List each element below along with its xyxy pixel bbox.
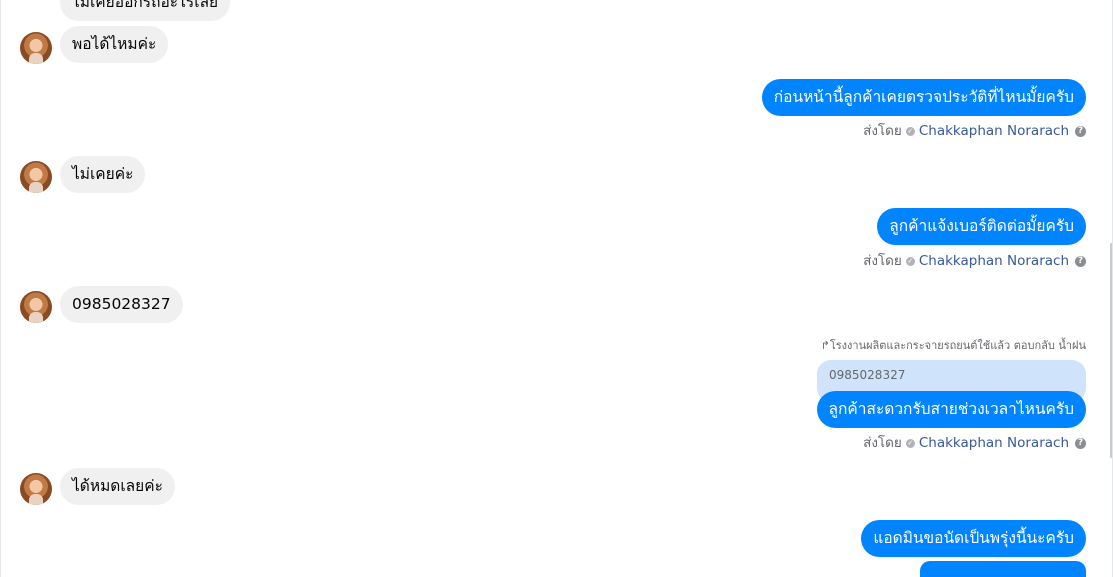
reply-arrow-icon: ↱ (820, 339, 830, 352)
sender-name-link[interactable]: Chakkaphan Norarach (919, 435, 1069, 451)
reply-note: ↱โรงงานผลิตและกระจายรถยนต์ใช้แล้ว ตอบกลั… (821, 339, 1086, 353)
sender-name-link[interactable]: Chakkaphan Norarach (919, 123, 1069, 139)
message-text: ไม่เคยค่ะ (72, 165, 134, 183)
sent-by-line: ส่งโดย ✓ Chakkaphan Norarach ? (863, 123, 1086, 139)
outgoing-message-partial[interactable] (920, 561, 1086, 577)
chat-thread: ไม่เคยออกรถอะไรเลย พอได้ไหมค่ะ ก่อนหน้าน… (0, 0, 1113, 577)
message-text: แอดมินขอนัดเป็นพรุ่งนี้นะครับ (873, 529, 1074, 547)
outgoing-message[interactable]: แอดมินขอนัดเป็นพรุ่งนี้นะครับ (861, 520, 1086, 557)
scrollbar-thumb[interactable] (1110, 243, 1112, 458)
sent-by-label: ส่งโดย (863, 435, 902, 451)
sent-by-label: ส่งโดย (863, 253, 902, 269)
sent-by-label: ส่งโดย (863, 123, 902, 139)
incoming-message[interactable]: ไม่เคยออกรถอะไรเลย (60, 0, 231, 21)
avatar[interactable] (20, 161, 52, 193)
reply-note-text: โรงงานผลิตและกระจายรถยนต์ใช้แล้ว ตอบกลับ… (829, 339, 1086, 352)
message-text: ไม่เคยออกรถอะไรเลย (72, 0, 219, 11)
check-icon: ✓ (905, 438, 915, 448)
check-icon: ✓ (905, 126, 915, 136)
avatar[interactable] (20, 32, 52, 64)
help-icon[interactable]: ? (1075, 255, 1086, 267)
message-text: ได้หมดเลยค่ะ (72, 477, 163, 495)
outgoing-message[interactable]: ลูกค้าแจ้งเบอร์ติดต่อมั้ยครับ (877, 208, 1086, 245)
message-text: 0985028327 (72, 295, 171, 313)
avatar[interactable] (20, 291, 52, 323)
avatar[interactable] (20, 473, 52, 505)
help-icon[interactable]: ? (1075, 437, 1086, 449)
check-icon: ✓ (905, 256, 915, 266)
message-text: ลูกค้าแจ้งเบอร์ติดต่อมั้ยครับ (889, 217, 1074, 235)
incoming-message[interactable]: 0985028327 (60, 286, 183, 323)
quoted-text: 0985028327 (829, 368, 906, 382)
message-text: ก่อนหน้านี้ลูกค้าเคยตรวจประวัติที่ไหนมั้… (773, 88, 1074, 106)
help-icon[interactable]: ? (1075, 125, 1086, 137)
message-text: ลูกค้าสะดวกรับสายช่วงเวลาไหนครับ (828, 400, 1074, 418)
sent-by-line: ส่งโดย ✓ Chakkaphan Norarach ? (863, 435, 1086, 451)
outgoing-message[interactable]: ลูกค้าสะดวกรับสายช่วงเวลาไหนครับ (816, 391, 1086, 428)
sender-name-link[interactable]: Chakkaphan Norarach (919, 253, 1069, 269)
outgoing-message[interactable]: ก่อนหน้านี้ลูกค้าเคยตรวจประวัติที่ไหนมั้… (761, 79, 1086, 116)
incoming-message[interactable]: ไม่เคยค่ะ (60, 156, 146, 193)
message-text: พอได้ไหมค่ะ (72, 35, 157, 53)
incoming-message[interactable]: ได้หมดเลยค่ะ (60, 468, 175, 505)
incoming-message[interactable]: พอได้ไหมค่ะ (60, 26, 169, 63)
sent-by-line: ส่งโดย ✓ Chakkaphan Norarach ? (863, 253, 1086, 269)
